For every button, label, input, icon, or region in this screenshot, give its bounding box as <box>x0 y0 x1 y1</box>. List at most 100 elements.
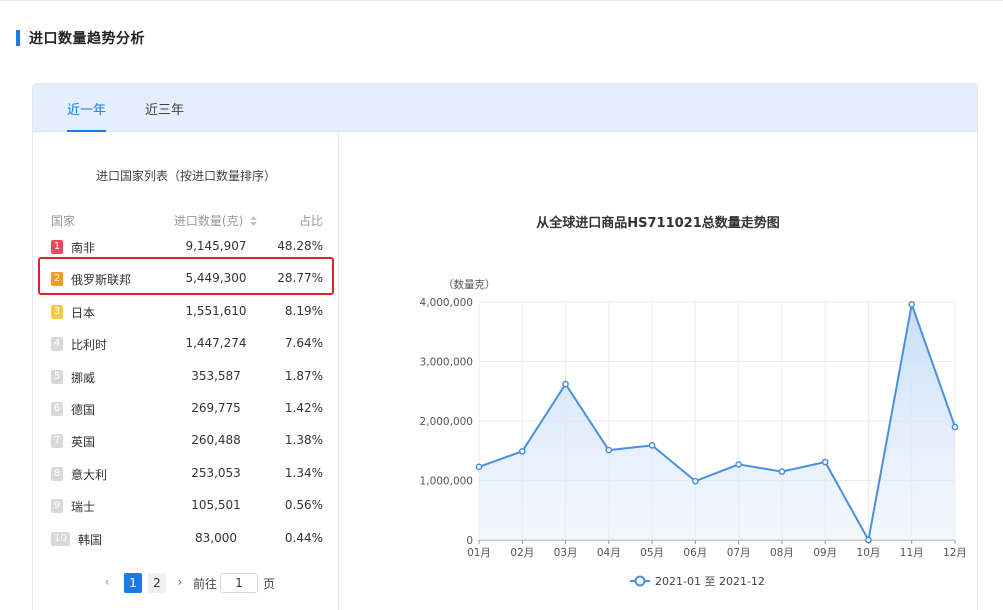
import-quantity: 105,501 <box>191 498 241 513</box>
page-button-1[interactable]: 1 <box>124 573 142 593</box>
country-name: 日本 <box>71 305 96 320</box>
x-tick-label: 06月 <box>683 547 707 559</box>
table-row[interactable]: 3 日本 1,551,610 8.19% <box>33 302 339 322</box>
goto-page-input[interactable] <box>220 573 258 593</box>
x-tick-label: 05月 <box>640 547 664 559</box>
import-share: 7.64% <box>284 336 323 351</box>
chevron-right-icon[interactable]: › <box>173 575 187 591</box>
table-row[interactable]: 1 南非 9,145,907 48.28% <box>33 237 339 257</box>
x-tick-label: 03月 <box>554 547 578 559</box>
rank-badge: 10 <box>51 531 70 546</box>
x-tick-label: 01月 <box>467 547 491 559</box>
country-name: 南非 <box>71 241 96 255</box>
header-quantity[interactable]: 进口数量(克) <box>161 212 271 229</box>
import-quantity: 83,000 <box>195 530 237 545</box>
chart-title: 从全球进口商品HS711021总数量走势图 <box>536 216 780 231</box>
x-tick-label: 10月 <box>857 547 881 559</box>
import-share: 48.28% <box>277 239 323 253</box>
rank-badge: 8 <box>51 466 63 481</box>
data-point <box>735 461 742 468</box>
country-name: 挪威 <box>71 370 96 385</box>
data-point <box>865 536 872 544</box>
rank-badge: 1 <box>51 240 63 254</box>
x-tick-label: 07月 <box>727 547 751 559</box>
import-share: 8.19% <box>284 303 323 318</box>
import-share: 1.38% <box>284 433 323 448</box>
series-area <box>479 304 955 540</box>
country-list-panel: 进口国家列表（按进口数量排序） 国家 进口数量(克) 占比 1 南非 9,145,9… <box>33 133 339 610</box>
data-point <box>778 468 786 475</box>
legend-label: 2021-01 至 2021-12 <box>655 575 765 588</box>
country-name: 英国 <box>71 435 96 450</box>
table-row[interactable]: 5 挪威 353,587 1.87% <box>33 367 339 387</box>
country-name: 意大利 <box>71 467 108 482</box>
data-point <box>648 442 656 449</box>
data-point <box>605 446 613 454</box>
rank-badge: 7 <box>51 434 63 449</box>
y-tick-label: 4,000,000 <box>420 297 473 309</box>
sort-icon[interactable] <box>249 215 258 227</box>
y-tick-label: 3,000,000 <box>420 357 473 369</box>
table-row[interactable]: 7 英国 260,488 1.38% <box>33 431 339 451</box>
rank-badge: 6 <box>51 402 63 416</box>
section-accent-bar <box>16 30 20 46</box>
table-row[interactable]: 8 意大利 253,053 1.34% <box>33 464 339 484</box>
header-quantity-label: 进口数量(克) <box>173 214 244 228</box>
section-title: 进口数量趋势分析 <box>29 31 145 47</box>
data-point <box>821 458 829 466</box>
x-tick-label: 11月 <box>900 547 924 559</box>
import-quantity: 9,145,907 <box>185 239 247 253</box>
import-quantity: 1,551,610 <box>185 303 247 318</box>
y-tick-label: 1,000,000 <box>420 476 473 488</box>
country-table-header: 国家 进口数量(克) 占比 <box>33 212 339 228</box>
data-point <box>692 477 699 485</box>
legend-marker-icon <box>634 575 646 587</box>
table-row[interactable]: 9 瑞士 105,501 0.56% <box>33 496 339 516</box>
table-row[interactable]: 4 比利时 1,447,274 7.64% <box>33 334 339 354</box>
y-axis-title: （数量克） <box>443 278 496 291</box>
import-share: 0.44% <box>284 530 323 545</box>
highlight-box <box>38 257 334 295</box>
tab-recent-three-years[interactable]: 近三年 <box>145 99 184 132</box>
page-unit-label: 页 <box>263 577 276 591</box>
trend-chart: 0 1,000,000 2,000,000 3,000,000 4,000,000 01月… <box>420 278 967 588</box>
tab-recent-one-year[interactable]: 近一年 <box>67 99 107 132</box>
country-list-title: 进口国家列表（按进口数量排序） <box>95 169 276 183</box>
table-row[interactable]: 6 德国 269,775 1.42% <box>33 399 339 419</box>
header-country: 国家 <box>51 214 76 228</box>
x-tick-label: 12月 <box>943 547 967 559</box>
page-button-2[interactable]: 2 <box>148 573 166 593</box>
data-point <box>518 447 526 455</box>
import-quantity: 269,775 <box>191 401 241 415</box>
tab-label: 近三年 <box>145 103 185 118</box>
country-name: 瑞士 <box>71 500 96 515</box>
header-share: 占比 <box>298 214 323 228</box>
tab-label: 近一年 <box>67 103 107 118</box>
y-tick-label: 0 <box>466 535 473 547</box>
tab-bar: 近一年 近三年 <box>33 84 977 132</box>
data-point <box>562 380 569 388</box>
x-tick-label: 04月 <box>597 547 621 559</box>
y-tick-label: 2,000,000 <box>420 416 473 428</box>
import-quantity: 260,488 <box>191 433 241 448</box>
chevron-left-icon[interactable]: ‹ <box>100 575 114 591</box>
import-quantity: 1,447,274 <box>185 336 247 351</box>
country-name: 德国 <box>71 403 96 417</box>
data-point <box>908 301 916 308</box>
country-name: 韩国 <box>78 532 103 547</box>
active-tab-indicator <box>67 130 107 132</box>
data-point <box>475 463 483 471</box>
rank-badge: 4 <box>51 337 63 352</box>
section-header: 进口数量趋势分析 <box>16 29 145 47</box>
country-name: 比利时 <box>71 338 108 353</box>
pagination: ‹ 1 2 › 前往 页 <box>33 573 339 593</box>
analysis-panel: 近一年 近三年 进口国家列表（按进口数量排序） 国家 进口数量(克) 占比 1南… <box>32 83 978 610</box>
table-row[interactable]: 10 韩国 83,000 0.44% <box>33 529 339 549</box>
import-quantity: 253,053 <box>191 465 241 480</box>
import-share: 1.42% <box>284 401 323 415</box>
goto-label: 前往 <box>193 577 218 591</box>
x-tick-label: 09月 <box>813 547 837 559</box>
import-share: 1.34% <box>284 465 323 480</box>
import-share: 0.56% <box>284 498 323 513</box>
top-divider <box>0 0 1003 1</box>
